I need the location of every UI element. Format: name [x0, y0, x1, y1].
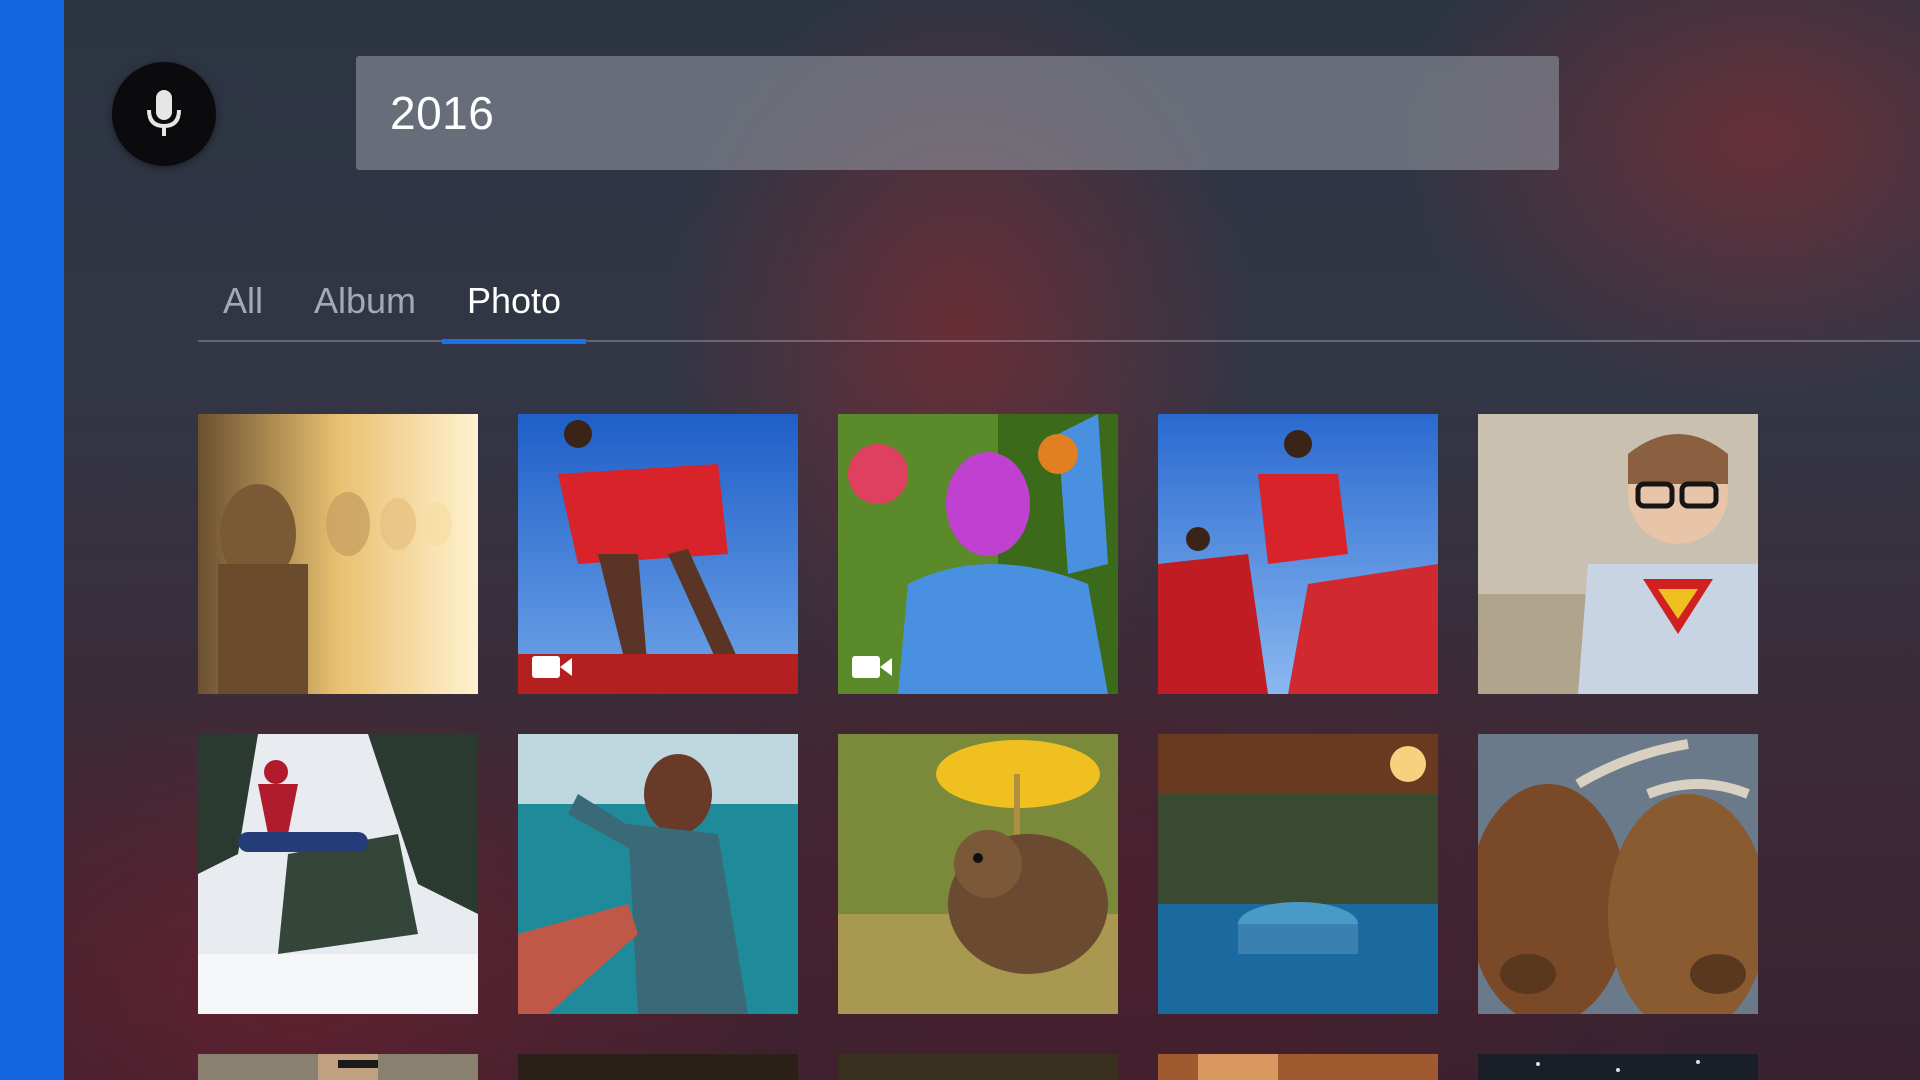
photo-thumbnail: [518, 734, 798, 1014]
photo-thumbnail: [1478, 1054, 1758, 1080]
search-input[interactable]: 2016: [356, 56, 1559, 170]
video-icon: [852, 656, 892, 678]
photo-thumbnail: [1158, 734, 1438, 1014]
left-navigation-bar: [0, 0, 64, 1080]
photo-thumbnail: [838, 734, 1118, 1014]
photo-tile-follow-me[interactable]: [518, 734, 798, 1014]
active-tab-indicator: [442, 339, 586, 344]
photo-thumbnail: [198, 414, 478, 694]
photo-thumbnail: [518, 1054, 798, 1080]
photo-tile-squirrel[interactable]: [838, 734, 1118, 1014]
photo-tile-buddha[interactable]: [198, 414, 478, 694]
microphone-icon: [147, 90, 181, 136]
tab-photo-label: Photo: [466, 280, 562, 321]
voice-search-button[interactable]: [112, 62, 216, 166]
photo-tile-resort-pool[interactable]: [1158, 734, 1438, 1014]
tab-photo[interactable]: Photo: [442, 280, 586, 344]
filter-tabs: All Album Photo: [198, 268, 1920, 344]
photo-thumbnail: [838, 1054, 1118, 1080]
photo-thumbnail: [198, 1054, 478, 1080]
photo-thumbnail: [1478, 734, 1758, 1014]
photo-tile-snowboarder[interactable]: [198, 734, 478, 1014]
tab-album-label: Album: [313, 280, 417, 321]
photo-tile-maasai-jump[interactable]: [518, 414, 798, 694]
photo-tile-highland-cattle[interactable]: [1478, 734, 1758, 1014]
photo-thumbnail: [1478, 414, 1758, 694]
tab-all[interactable]: All: [198, 280, 288, 342]
photo-tile-superman-boy[interactable]: [1478, 414, 1758, 694]
photo-tile-holi[interactable]: [838, 414, 1118, 694]
tab-album[interactable]: Album: [306, 280, 424, 342]
photo-tile-partial[interactable]: [198, 1054, 478, 1080]
tab-all-label: All: [222, 280, 263, 321]
video-icon: [532, 656, 572, 678]
photo-tile-partial[interactable]: [1158, 1054, 1438, 1080]
photo-tile-maasai-jump-2[interactable]: [1158, 414, 1438, 694]
photo-thumbnail: [1158, 1054, 1438, 1080]
search-query-text: 2016: [390, 87, 495, 139]
photo-tile-partial[interactable]: [1478, 1054, 1758, 1080]
photo-thumbnail: [198, 734, 478, 1014]
photo-tile-partial[interactable]: [838, 1054, 1118, 1080]
photo-tile-partial[interactable]: [518, 1054, 798, 1080]
photo-thumbnail: [1158, 414, 1438, 694]
